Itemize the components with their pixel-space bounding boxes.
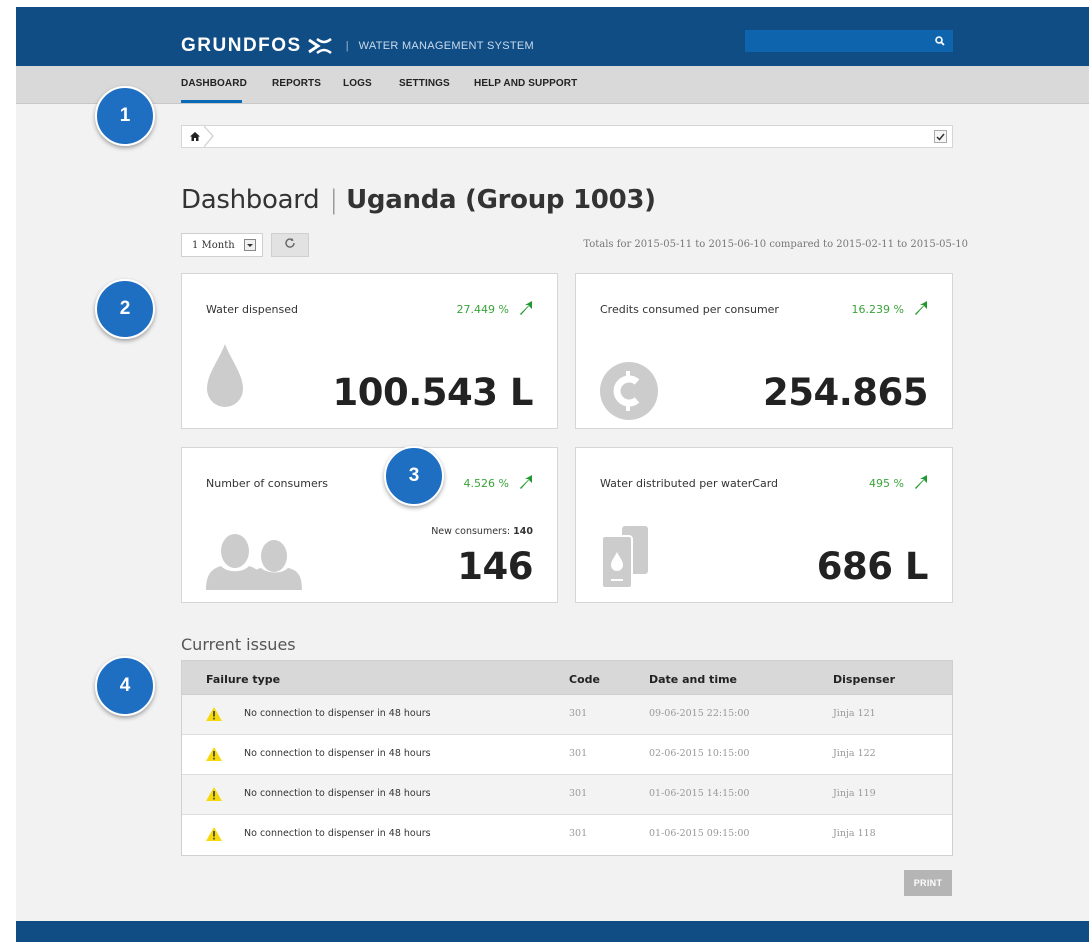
column-code[interactable]: Code [569,673,600,686]
new-consumers-text: New consumers: 140 [431,526,533,537]
consumers-icon [206,534,302,595]
print-button[interactable]: PRINT [904,870,952,896]
warning-icon [206,747,222,761]
code-cell: 301 [569,828,588,839]
callout-1: 1 [95,86,155,146]
warning-icon [206,787,222,801]
card-title: Number of consumers [206,477,328,490]
trend-up-arrow-icon [914,301,928,315]
title-separator: | [329,185,339,215]
breadcrumb [181,125,953,148]
water-drop-icon [207,344,243,413]
trend-up-arrow-icon [519,475,533,489]
system-subtitle: WATER MANAGEMENT SYSTEM [358,40,534,52]
card-title: Water dispensed [206,303,298,316]
search-icon[interactable] [932,33,948,49]
card-change: 27.449 % [456,303,509,316]
card-change: 4.526 % [463,477,509,490]
brand-logo[interactable]: GRUNDFOS | WATER MANAGEMENT SYSTEM [181,35,534,57]
table-row[interactable]: No connection to dispenser in 48 hours 3… [182,815,952,855]
page-title: Dashboard | Uganda (Group 1003) [181,185,656,215]
column-dispenser[interactable]: Dispenser [833,673,895,686]
issues-heading: Current issues [181,635,296,654]
warning-icon [206,707,222,721]
period-select-value: 1 Month [192,240,235,251]
dispenser-cell: Jinja 122 [833,748,876,759]
card-value: 686 L [816,545,929,588]
datetime-cell: 01-06-2015 09:15:00 [649,828,750,839]
card-number-of-consumers[interactable]: Number of consumers 4.526 % New consumer… [181,447,558,603]
callout-3: 3 [384,446,444,506]
nav-logs[interactable]: LOGS [343,78,372,89]
code-cell: 301 [569,708,588,719]
card-value: 100.543 L [332,371,534,414]
nav-dashboard[interactable]: DASHBOARD [181,78,247,89]
chevron-down-icon[interactable] [244,239,256,251]
card-change: 16.239 % [851,303,904,316]
datetime-cell: 02-06-2015 10:15:00 [649,748,750,759]
trend-up-arrow-icon [914,475,928,489]
issues-table-header: Failure type Code Date and time Dispense… [182,661,952,695]
breadcrumb-separator-inner [203,126,212,147]
trend-up-arrow-icon [519,301,533,315]
warning-icon [206,827,222,841]
new-consumers-label: New consumers: [431,526,511,537]
dispenser-cell: Jinja 118 [833,828,876,839]
search-input[interactable] [745,30,953,52]
new-consumers-value: 140 [513,526,533,537]
brand-separator: | [345,40,349,52]
card-title: Credits consumed per consumer [600,303,779,316]
card-credits-consumed[interactable]: Credits consumed per consumer 16.239 % 2… [575,273,953,429]
nav-settings[interactable]: SETTINGS [399,78,450,89]
grundfos-x-icon [307,37,332,55]
page-title-main: Dashboard [181,185,320,215]
main-nav: DASHBOARD REPORTS LOGS SETTINGS HELP AND… [16,66,1089,104]
checkbox-icon[interactable] [934,130,947,143]
failure-type-cell: No connection to dispenser in 48 hours [244,748,431,759]
table-row[interactable]: No connection to dispenser in 48 hours 3… [182,735,952,775]
card-value: 146 [457,545,533,588]
period-select[interactable]: 1 Month [181,233,263,257]
code-cell: 301 [569,788,588,799]
column-date-and-time[interactable]: Date and time [649,673,737,686]
column-failure-type[interactable]: Failure type [206,673,280,686]
issues-table: Failure type Code Date and time Dispense… [181,660,953,856]
top-header: GRUNDFOS | WATER MANAGEMENT SYSTEM [16,7,1089,66]
page-title-group: Uganda (Group 1003) [346,185,656,215]
failure-type-cell: No connection to dispenser in 48 hours [244,828,431,839]
refresh-icon [284,236,296,254]
callout-4: 4 [95,656,155,716]
datetime-cell: 01-06-2015 14:15:00 [649,788,750,799]
dispenser-cell: Jinja 121 [833,708,876,719]
failure-type-cell: No connection to dispenser in 48 hours [244,708,431,719]
app-frame: GRUNDFOS | WATER MANAGEMENT SYSTEM DASHB… [16,7,1089,942]
callout-2: 2 [95,279,155,339]
brand-name: GRUNDFOS [181,35,302,56]
table-row[interactable]: No connection to dispenser in 48 hours 3… [182,695,952,735]
page-footer [16,921,1089,942]
nav-help-and-support[interactable]: HELP AND SUPPORT [474,78,577,89]
totals-range-text: Totals for 2015-05-11 to 2015-06-10 comp… [583,239,968,250]
card-title: Water distributed per waterCard [600,477,779,490]
table-row[interactable]: No connection to dispenser in 48 hours 3… [182,775,952,815]
card-water-dispensed[interactable]: Water dispensed 27.449 % 100.543 L [181,273,558,429]
credits-coin-icon [600,362,658,425]
nav-reports[interactable]: REPORTS [272,78,321,89]
dispenser-cell: Jinja 119 [833,788,876,799]
failure-type-cell: No connection to dispenser in 48 hours [244,788,431,799]
refresh-button[interactable] [271,233,309,257]
issues-table-body: No connection to dispenser in 48 hours 3… [182,695,952,855]
card-water-per-watercard[interactable]: Water distributed per waterCard 495 % 68… [575,447,953,603]
nav-active-indicator [181,100,242,103]
card-change: 495 % [869,477,904,490]
datetime-cell: 09-06-2015 22:15:00 [649,708,750,719]
watercard-icon [600,526,656,593]
code-cell: 301 [569,748,588,759]
card-value: 254.865 [762,371,929,414]
